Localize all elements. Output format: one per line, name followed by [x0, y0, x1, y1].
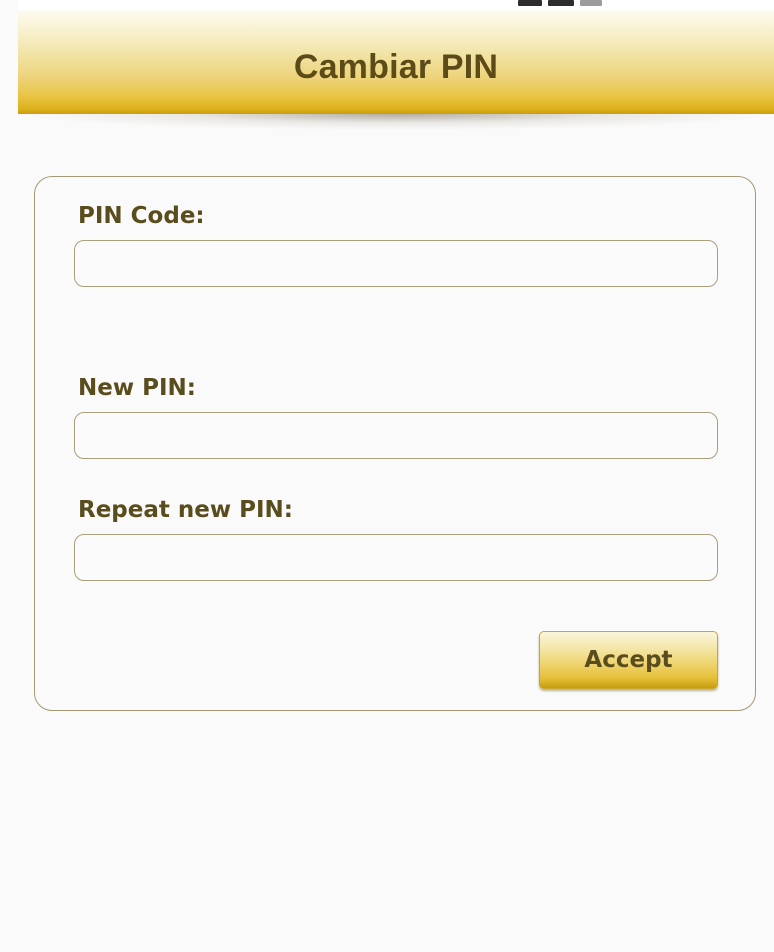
accept-button[interactable]: Accept	[539, 631, 718, 689]
title-bar: Cambiar PIN	[18, 10, 774, 114]
pin-code-label: PIN Code:	[78, 203, 205, 229]
status-icons	[518, 0, 602, 10]
repeat-new-pin-input[interactable]	[74, 534, 718, 581]
page-title: Cambiar PIN	[293, 47, 499, 86]
indicator-icon	[580, 0, 602, 6]
title-bar-shadow	[18, 114, 774, 130]
repeat-new-pin-label: Repeat new PIN:	[78, 497, 293, 523]
new-pin-input[interactable]	[74, 412, 718, 459]
change-pin-form: PIN Code: New PIN: Repeat new PIN: Accep…	[34, 176, 756, 711]
battery-icon	[548, 0, 574, 6]
signal-icon	[518, 0, 542, 6]
status-bar	[18, 0, 774, 10]
pin-code-input[interactable]	[74, 240, 718, 287]
change-pin-screen: Cambiar PIN PIN Code: New PIN: Repeat ne…	[0, 0, 774, 952]
new-pin-label: New PIN:	[78, 375, 196, 401]
